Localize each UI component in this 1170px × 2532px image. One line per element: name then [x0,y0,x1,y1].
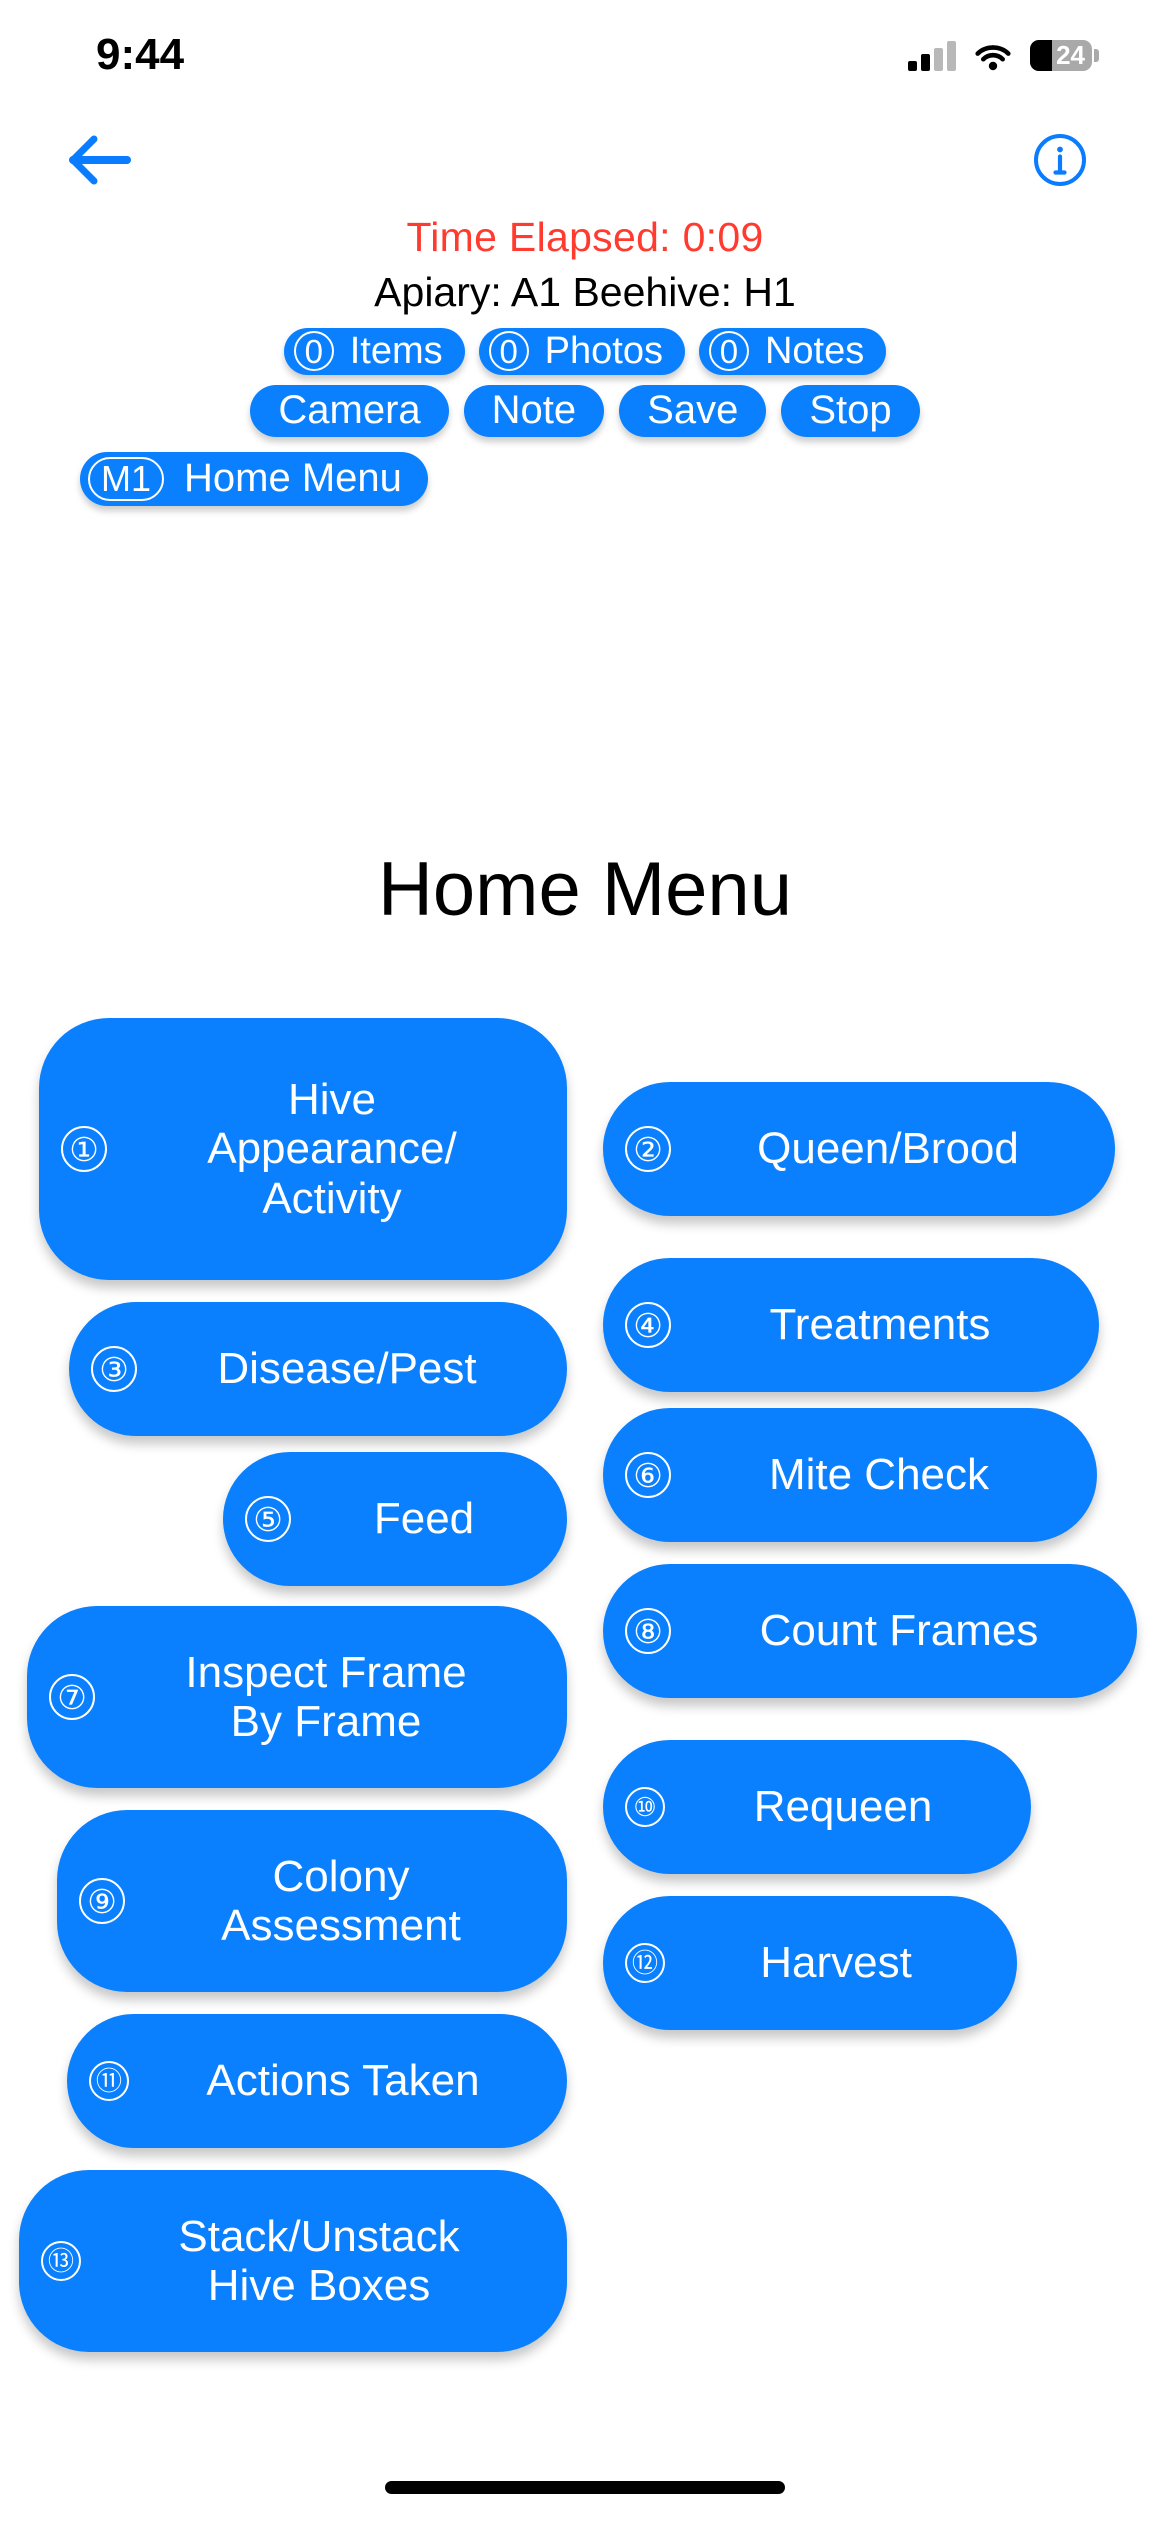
menu-item-requeen[interactable]: ⑩ Requeen [603,1740,1031,1874]
menu-item-label: Harvest [760,1938,912,1988]
menu-item-colony-assessment[interactable]: ⑨ Colony Assessment [57,1810,567,1992]
menu-item-label: Mite Check [768,1450,990,1500]
action-label: Note [491,388,577,432]
counter-label: Photos [544,330,663,372]
action-label: Camera [278,388,421,432]
app-screen: 9:44 24 Time Elapsed: 0:09 Apiary: A1 Be… [0,0,1170,2532]
menu-item-number: ② [625,1126,671,1172]
menu-item-number: ⑥ [625,1452,671,1498]
menu-item-label: Count Frames [759,1606,1039,1656]
apiary-hive-text: Apiary: A1 Beehive: H1 [374,269,796,316]
nav-bar [0,120,1170,200]
menu-item-label: Hive Appearance/Activity [207,1075,457,1223]
menu-item-actions-taken[interactable]: ⑪ Actions Taken [67,2014,567,2148]
menu-item-number: ⑫ [625,1943,665,1983]
home-indicator-bar [385,2481,785,2494]
status-time: 9:44 [96,30,185,79]
menu-item-hive-appearance-activity[interactable]: ① Hive Appearance/Activity [39,1018,567,1280]
cellular-signal-icon [908,40,956,71]
menu-item-inspect-frame-by-frame[interactable]: ⑦ Inspect Frame By Frame [27,1606,567,1788]
menu-item-label: Feed [373,1494,475,1544]
menu-item-number: ③ [91,1346,137,1392]
counter-label: Notes [764,330,865,372]
counter-pill-items[interactable]: 0 Items [283,327,465,375]
counter-value: 0 [293,331,334,371]
action-button-save[interactable]: Save [619,384,767,437]
home-menu-grid: ① Hive Appearance/Activity ③ Disease/Pest ⑤ Fe… [0,1018,1170,2352]
counters-row: 0 Items 0 Photos 0 Notes [0,327,1170,375]
counter-pill-photos[interactable]: 0 Photos [478,327,685,375]
menu-item-label: Queen/Brood [757,1124,1019,1174]
info-button[interactable] [1032,132,1088,188]
menu-item-number: ⑬ [41,2241,81,2281]
menu-item-treatments[interactable]: ④ Treatments [603,1258,1099,1392]
time-elapsed-text: Time Elapsed: 0:09 [406,214,764,260]
menu-item-mite-check[interactable]: ⑥ Mite Check [603,1408,1097,1542]
menu-item-label: Stack/Unstack Hive Boxes [178,2211,460,2310]
menu-column-left: ① Hive Appearance/Activity ③ Disease/Pest ⑤ Fe… [19,1018,585,2352]
menu-item-number: ⑩ [625,1787,665,1827]
action-button-camera[interactable]: Camera [250,384,449,437]
action-label: Stop [809,388,892,432]
menu-item-number: ⑦ [49,1674,95,1720]
menu-item-number: ④ [625,1302,671,1348]
wifi-icon [974,41,1012,71]
action-button-stop[interactable]: Stop [781,384,920,437]
menu-item-label: Colony Assessment [221,1851,461,1950]
session-header: Time Elapsed: 0:09 Apiary: A1 Beehive: H… [0,212,1170,506]
counter-pill-notes[interactable]: 0 Notes [698,327,887,375]
menu-item-label: Disease/Pest [217,1344,477,1394]
back-button[interactable] [64,130,140,190]
action-label: Save [647,388,739,432]
menu-item-label: Actions Taken [206,2056,480,2106]
breadcrumb-badge: M1 [88,456,164,501]
status-indicators: 24 [908,39,1099,71]
menu-item-number: ⑪ [89,2061,129,2101]
menu-item-disease-pest[interactable]: ③ Disease/Pest [69,1302,567,1436]
menu-item-number: ① [61,1126,107,1172]
breadcrumb-label: Home Menu [184,456,402,500]
menu-item-stack-unstack-hive-boxes[interactable]: ⑬ Stack/Unstack Hive Boxes [19,2170,567,2352]
menu-item-feed[interactable]: ⑤ Feed [223,1452,567,1586]
menu-item-number: ⑨ [79,1878,125,1924]
status-bar: 9:44 24 [0,0,1170,110]
menu-item-number: ⑧ [625,1608,671,1654]
action-button-note[interactable]: Note [463,384,605,437]
breadcrumb: M1 Home Menu [0,451,1170,506]
counter-value: 0 [708,331,749,371]
battery-percent: 24 [1056,39,1085,70]
counter-value: 0 [488,331,529,371]
menu-item-harvest[interactable]: ⑫ Harvest [603,1896,1017,2030]
menu-item-label: Treatments [769,1300,991,1350]
counter-label: Items [349,330,443,372]
page-title: Home Menu [378,847,792,932]
menu-item-queen-brood[interactable]: ② Queen/Brood [603,1082,1115,1216]
breadcrumb-home-menu-button[interactable]: M1 Home Menu [80,451,428,506]
menu-item-label: Requeen [753,1782,933,1832]
actions-row: Camera Note Save Stop [0,384,1170,437]
menu-column-right: ② Queen/Brood ④ Treatments ⑥ Mite Check ⑧ Count… [585,1018,1137,2352]
menu-item-number: ⑤ [245,1496,291,1542]
battery-icon: 24 [1030,39,1099,71]
menu-item-count-frames[interactable]: ⑧ Count Frames [603,1564,1137,1698]
menu-item-label: Inspect Frame By Frame [185,1647,467,1746]
